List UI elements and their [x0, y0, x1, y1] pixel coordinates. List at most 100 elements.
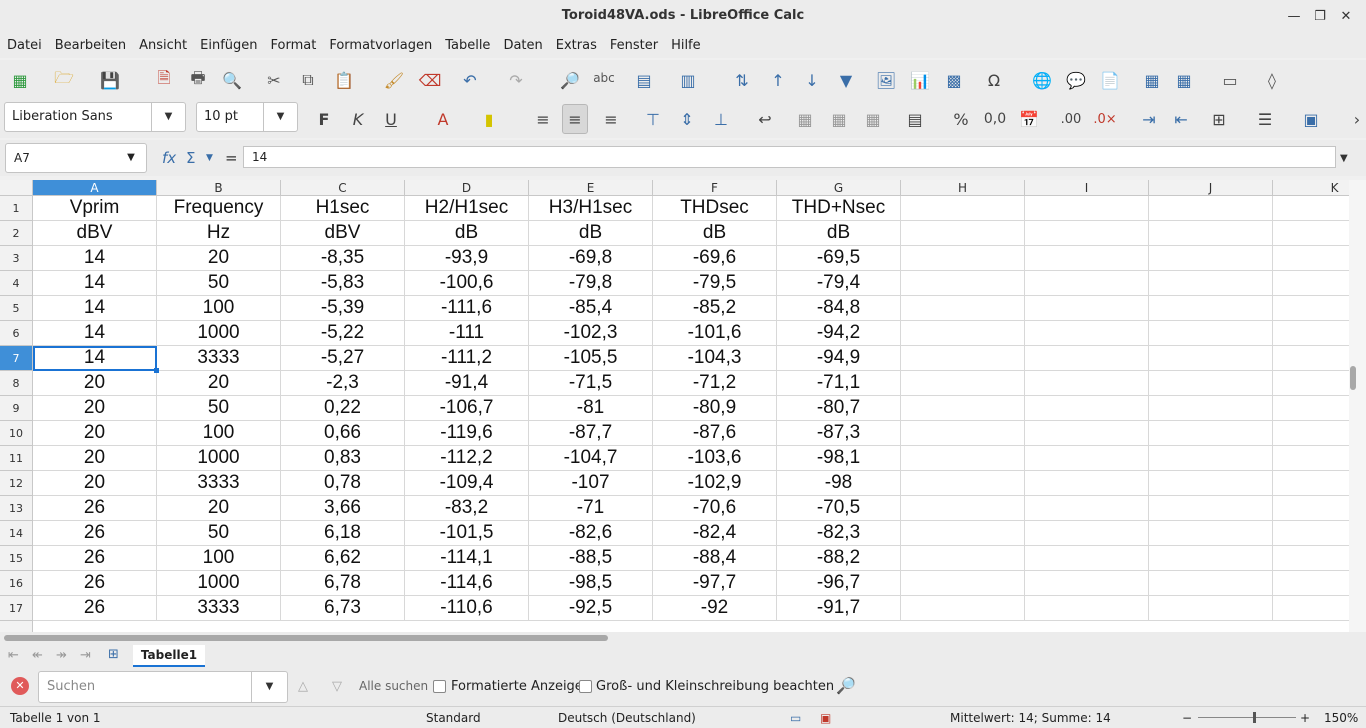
column-icon[interactable]: ▥: [676, 68, 700, 92]
row-header[interactable]: 7: [0, 346, 33, 371]
sort-ascending-icon[interactable]: ↑: [766, 68, 790, 92]
cell-c9[interactable]: 0,22: [281, 396, 405, 421]
cell-c1[interactable]: H1sec: [281, 196, 405, 221]
name-box[interactable]: A7 ▼: [5, 143, 147, 173]
cell-f16[interactable]: -97,7: [653, 571, 777, 596]
align-right-icon[interactable]: ≡: [598, 104, 624, 134]
row-header[interactable]: 9: [0, 396, 33, 421]
insert-image-icon[interactable]: 🖼: [874, 68, 898, 92]
zoom-in-icon[interactable]: +: [1300, 711, 1310, 725]
cell-i10[interactable]: [1025, 421, 1149, 446]
column-header-h[interactable]: H: [901, 180, 1025, 196]
copy-icon[interactable]: ⧉: [296, 68, 320, 92]
cell-c17[interactable]: 6,73: [281, 596, 405, 621]
column-header-b[interactable]: B: [157, 180, 281, 196]
cell-d14[interactable]: -101,5: [405, 521, 529, 546]
cell-i9[interactable]: [1025, 396, 1149, 421]
split-window-icon[interactable]: ▭: [1218, 68, 1242, 92]
cell-b15[interactable]: 100: [157, 546, 281, 571]
cell-i13[interactable]: [1025, 496, 1149, 521]
cell-i14[interactable]: [1025, 521, 1149, 546]
highlight-color-icon[interactable]: ▮: [476, 104, 502, 134]
chevron-down-icon[interactable]: ▼: [116, 144, 146, 172]
italic-icon[interactable]: K: [345, 104, 371, 134]
cell-f6[interactable]: -101,6: [653, 321, 777, 346]
row-header[interactable]: 1: [0, 196, 33, 221]
cell-e4[interactable]: -79,8: [529, 271, 653, 296]
cell-j12[interactable]: [1149, 471, 1273, 496]
add-sheet-icon[interactable]: ⊞: [108, 647, 119, 662]
row-header[interactable]: 14: [0, 521, 33, 546]
cell-f8[interactable]: -71,2: [653, 371, 777, 396]
cell-b5[interactable]: 100: [157, 296, 281, 321]
zoom-slider-handle[interactable]: [1253, 712, 1256, 723]
previous-sheet-icon[interactable]: ↞: [32, 648, 43, 663]
save-icon[interactable]: 💾: [98, 68, 122, 92]
cell-a17[interactable]: 26: [33, 596, 157, 621]
cell-j7[interactable]: [1149, 346, 1273, 371]
comment-icon[interactable]: 💬: [1064, 68, 1088, 92]
zoom-level[interactable]: 150%: [1324, 711, 1358, 725]
cell-e13[interactable]: -71: [529, 496, 653, 521]
cell-b1[interactable]: Frequency: [157, 196, 281, 221]
cell-e17[interactable]: -92,5: [529, 596, 653, 621]
cell-a1[interactable]: Vprim: [33, 196, 157, 221]
cell-h15[interactable]: [901, 546, 1025, 571]
column-header-a[interactable]: A: [33, 180, 157, 196]
cell-g3[interactable]: -69,5: [777, 246, 901, 271]
cell-i2[interactable]: [1025, 221, 1149, 246]
cell-d6[interactable]: -111: [405, 321, 529, 346]
cell-d10[interactable]: -119,6: [405, 421, 529, 446]
row-header[interactable]: 4: [0, 271, 33, 296]
zoom-slider[interactable]: [1198, 717, 1296, 718]
minimize-icon[interactable]: —: [1282, 6, 1306, 28]
find-replace-dialog-icon[interactable]: 🔎: [836, 676, 856, 695]
cell-j16[interactable]: [1149, 571, 1273, 596]
cell-e2[interactable]: dB: [529, 221, 653, 246]
cell-f1[interactable]: THDsec: [653, 196, 777, 221]
cell-i15[interactable]: [1025, 546, 1149, 571]
row-header[interactable]: 3: [0, 246, 33, 271]
cell-e10[interactable]: -87,7: [529, 421, 653, 446]
maximize-icon[interactable]: ❐: [1308, 6, 1332, 28]
find-previous-icon[interactable]: △: [298, 679, 308, 694]
cell-g17[interactable]: -91,7: [777, 596, 901, 621]
menu-extras[interactable]: Extras: [549, 34, 603, 53]
cell-i6[interactable]: [1025, 321, 1149, 346]
cell-d5[interactable]: -111,6: [405, 296, 529, 321]
cell-f2[interactable]: dB: [653, 221, 777, 246]
spreadsheet-grid[interactable]: A B C D E F G H I J K 1 Vprim Frequency H1sec H2/H1sec H…: [0, 180, 1366, 632]
freeze-rows-columns-icon[interactable]: ▦: [1172, 68, 1196, 92]
cell-i1[interactable]: [1025, 196, 1149, 221]
cell-j6[interactable]: [1149, 321, 1273, 346]
hyperlink-icon[interactable]: 🌐: [1030, 68, 1054, 92]
cell-c3[interactable]: -8,35: [281, 246, 405, 271]
align-middle-icon[interactable]: ⇕: [674, 104, 700, 134]
cell-c8[interactable]: -2,3: [281, 371, 405, 396]
cell-a6[interactable]: 14: [33, 321, 157, 346]
cell-i17[interactable]: [1025, 596, 1149, 621]
column-header-c[interactable]: C: [281, 180, 405, 196]
autofilter-icon[interactable]: ▼: [834, 68, 858, 92]
font-name-box[interactable]: Liberation Sans ▼: [4, 102, 186, 132]
cell-f13[interactable]: -70,6: [653, 496, 777, 521]
open-folder-icon[interactable]: 🗁: [52, 68, 76, 92]
cell-f17[interactable]: -92: [653, 596, 777, 621]
increase-indent-icon[interactable]: ⇥: [1136, 104, 1162, 134]
date-format-icon[interactable]: 📅: [1016, 104, 1042, 134]
cell-i5[interactable]: [1025, 296, 1149, 321]
cell-f4[interactable]: -79,5: [653, 271, 777, 296]
cell-b16[interactable]: 1000: [157, 571, 281, 596]
cell-j15[interactable]: [1149, 546, 1273, 571]
cell-d13[interactable]: -83,2: [405, 496, 529, 521]
menu-fenster[interactable]: Fenster: [603, 34, 664, 53]
more-options-icon[interactable]: ›: [1344, 104, 1366, 134]
cell-c10[interactable]: 0,66: [281, 421, 405, 446]
sort-icon[interactable]: ⇅: [730, 68, 754, 92]
cell-h10[interactable]: [901, 421, 1025, 446]
cell-j10[interactable]: [1149, 421, 1273, 446]
cell-f14[interactable]: -82,4: [653, 521, 777, 546]
clear-formatting-icon[interactable]: ⌫: [418, 68, 442, 92]
zoom-out-icon[interactable]: −: [1182, 711, 1192, 725]
cell-b11[interactable]: 1000: [157, 446, 281, 471]
